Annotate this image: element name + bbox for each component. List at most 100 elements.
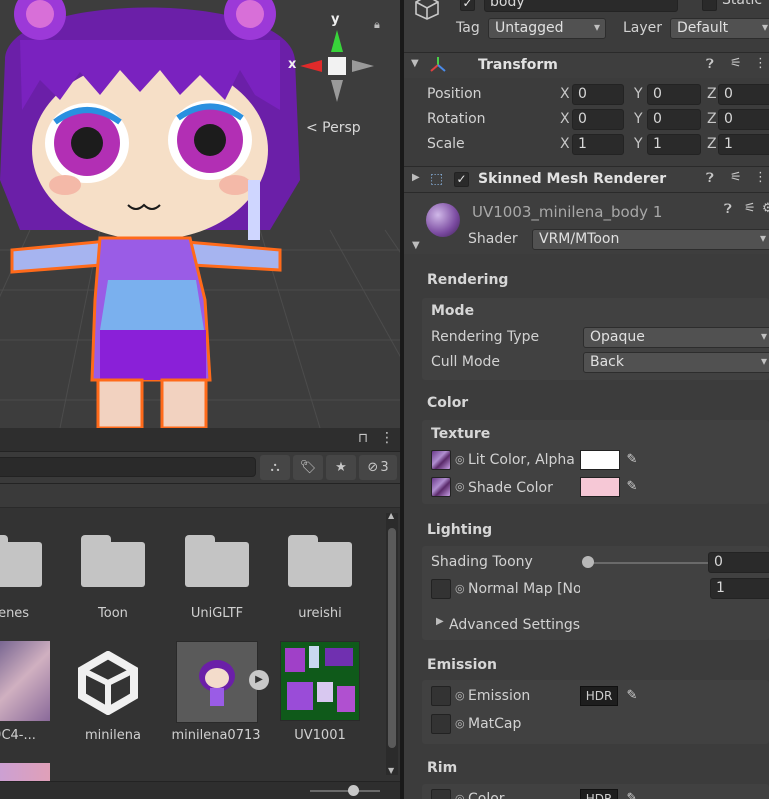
cull-mode-dropdown[interactable]: Back bbox=[583, 352, 769, 373]
skinned-mesh-renderer-header[interactable]: ▶ ⬚ ✓ Skinned Mesh Renderer ❓︎ ⚟ ⋮ bbox=[404, 166, 769, 192]
emission-section: ◎ Emission HDR ✎ ◎ MatCap bbox=[422, 680, 769, 744]
folder-icon[interactable] bbox=[288, 535, 352, 587]
x-axis-label[interactable]: X bbox=[560, 136, 570, 152]
tag-dropdown[interactable]: Untagged bbox=[488, 18, 606, 39]
z-axis-label[interactable]: Z bbox=[707, 136, 717, 152]
asset-grid: cenes Toon UniGLTF ureishi C9C4-... mini… bbox=[0, 509, 380, 793]
static-checkbox[interactable] bbox=[702, 0, 717, 11]
folder-icon[interactable] bbox=[0, 535, 42, 587]
help-icon[interactable]: ❓︎ bbox=[706, 57, 714, 72]
normal-map-scale-field[interactable]: 1 bbox=[710, 578, 769, 599]
transform-header[interactable]: ▼ Transform ❓︎ ⚟ ⋮ bbox=[404, 52, 769, 78]
search-by-type-icon[interactable]: ⛬ bbox=[260, 455, 290, 480]
emission-hdr-color[interactable]: HDR bbox=[580, 686, 618, 706]
scene-view[interactable]: y x 🔒︎ < Persp bbox=[0, 0, 400, 428]
eyedropper-icon[interactable]: ✎ bbox=[622, 450, 642, 470]
shading-toony-field[interactable]: 0 bbox=[708, 552, 769, 573]
x-axis-label[interactable]: X bbox=[560, 86, 570, 102]
unity-logo-icon[interactable] bbox=[76, 650, 140, 716]
position-z-field[interactable]: 0 bbox=[718, 84, 769, 105]
y-axis-label[interactable]: Y bbox=[634, 136, 643, 152]
lock-icon[interactable]: 🔒︎ bbox=[374, 18, 380, 32]
object-picker-icon[interactable]: ◎ bbox=[455, 689, 465, 702]
layer-dropdown[interactable]: Default bbox=[670, 18, 769, 39]
eye-slash-icon: ⊘ bbox=[367, 460, 379, 475]
more-menu-icon[interactable]: ⋮ bbox=[754, 56, 767, 71]
zoom-slider-thumb[interactable] bbox=[348, 785, 359, 796]
rendering-type-dropdown[interactable]: Opaque bbox=[583, 327, 769, 348]
rotation-y-field[interactable]: 0 bbox=[647, 109, 701, 130]
lock-icon[interactable]: ⊓ bbox=[358, 431, 368, 446]
position-x-field[interactable]: 0 bbox=[572, 84, 624, 105]
settings-gear-icon[interactable]: ⚙ bbox=[762, 201, 769, 216]
expand-prefab-icon[interactable]: ▶ bbox=[249, 670, 269, 690]
scroll-down-icon[interactable]: ▼ bbox=[388, 766, 394, 775]
texture-thumbnail[interactable] bbox=[280, 641, 360, 721]
position-y-field[interactable]: 0 bbox=[647, 84, 701, 105]
prefab-thumbnail[interactable] bbox=[176, 641, 258, 723]
search-input[interactable] bbox=[0, 457, 256, 477]
shading-toony-slider-thumb[interactable] bbox=[582, 556, 594, 568]
shading-toony-slider-track[interactable] bbox=[587, 562, 722, 564]
scale-x-field[interactable]: 1 bbox=[572, 134, 624, 155]
presets-icon[interactable]: ⚟ bbox=[730, 170, 742, 185]
folder-icon[interactable] bbox=[81, 535, 145, 587]
projection-toggle[interactable]: < Persp bbox=[306, 120, 361, 136]
help-icon[interactable]: ❓︎ bbox=[724, 202, 732, 217]
project-tab-bar: ⊓ ⋮ bbox=[0, 428, 400, 452]
eyedropper-icon[interactable]: ✎ bbox=[622, 477, 642, 497]
rim-texture-slot[interactable] bbox=[431, 789, 451, 799]
mode-title: Mode bbox=[431, 303, 475, 319]
object-picker-icon[interactable]: ◎ bbox=[455, 582, 465, 595]
scale-y-field[interactable]: 1 bbox=[647, 134, 701, 155]
shade-texture-thumbnail[interactable] bbox=[431, 477, 451, 497]
rim-title: Rim bbox=[427, 760, 458, 776]
presets-icon[interactable]: ⚟ bbox=[730, 56, 742, 71]
color-title: Color bbox=[427, 395, 469, 411]
object-picker-icon[interactable]: ◎ bbox=[455, 717, 465, 730]
rotation-x-field[interactable]: 0 bbox=[572, 109, 624, 130]
renderer-enabled-checkbox[interactable]: ✓ bbox=[454, 172, 469, 187]
active-checkbox[interactable]: ✓ bbox=[460, 0, 475, 11]
object-picker-icon[interactable]: ◎ bbox=[455, 453, 465, 466]
normal-map-texture-slot[interactable] bbox=[431, 579, 451, 599]
favorites-star-icon[interactable]: ★ bbox=[326, 455, 356, 480]
eyedropper-icon[interactable]: ✎ bbox=[622, 686, 642, 706]
presets-icon[interactable]: ⚟ bbox=[744, 201, 756, 216]
scrollbar-thumb[interactable] bbox=[388, 528, 396, 748]
eyedropper-icon[interactable]: ✎ bbox=[622, 789, 642, 799]
lit-color-swatch[interactable] bbox=[580, 450, 620, 470]
scroll-up-icon[interactable]: ▲ bbox=[388, 511, 394, 520]
image-thumbnail[interactable] bbox=[0, 641, 50, 721]
material-name: UV1003_minilena_body 1 bbox=[472, 203, 663, 221]
object-name-field[interactable]: body bbox=[484, 0, 678, 12]
y-axis-label[interactable]: Y bbox=[634, 86, 643, 102]
more-menu-icon[interactable]: ⋮ bbox=[754, 170, 767, 185]
shader-dropdown[interactable]: VRM/MToon bbox=[532, 229, 769, 250]
z-axis-label[interactable]: Z bbox=[707, 86, 717, 102]
foldout-open-icon[interactable]: ▼ bbox=[411, 58, 419, 69]
advanced-settings-foldout[interactable]: Advanced Settings bbox=[449, 617, 580, 633]
rim-hdr-color[interactable]: HDR bbox=[580, 789, 618, 799]
foldout-open-icon[interactable]: ▼ bbox=[412, 240, 420, 251]
more-menu-icon[interactable]: ⋮ bbox=[380, 430, 394, 446]
emission-texture-slot[interactable] bbox=[431, 686, 451, 706]
folder-icon[interactable] bbox=[185, 535, 249, 587]
foldout-closed-icon[interactable]: ▶ bbox=[412, 172, 420, 183]
foldout-closed-icon[interactable]: ▶ bbox=[436, 616, 444, 627]
help-icon[interactable]: ❓︎ bbox=[706, 171, 714, 186]
x-axis-label[interactable]: X bbox=[560, 111, 570, 127]
scale-z-field[interactable]: 1 bbox=[718, 134, 769, 155]
y-axis-label[interactable]: Y bbox=[634, 111, 643, 127]
shade-color-swatch[interactable] bbox=[580, 477, 620, 497]
zoom-slider-track[interactable] bbox=[310, 790, 380, 792]
asset-label: UniGLTF bbox=[190, 606, 244, 621]
matcap-texture-slot[interactable] bbox=[431, 714, 451, 734]
object-picker-icon[interactable]: ◎ bbox=[455, 792, 465, 799]
hidden-packages-toggle[interactable]: ⊘ 3 bbox=[359, 455, 397, 480]
rotation-z-field[interactable]: 0 bbox=[718, 109, 769, 130]
search-by-label-icon[interactable]: 🏷︎ bbox=[293, 455, 323, 480]
object-picker-icon[interactable]: ◎ bbox=[455, 480, 465, 493]
lit-texture-thumbnail[interactable] bbox=[431, 450, 451, 470]
z-axis-label[interactable]: Z bbox=[707, 111, 717, 127]
